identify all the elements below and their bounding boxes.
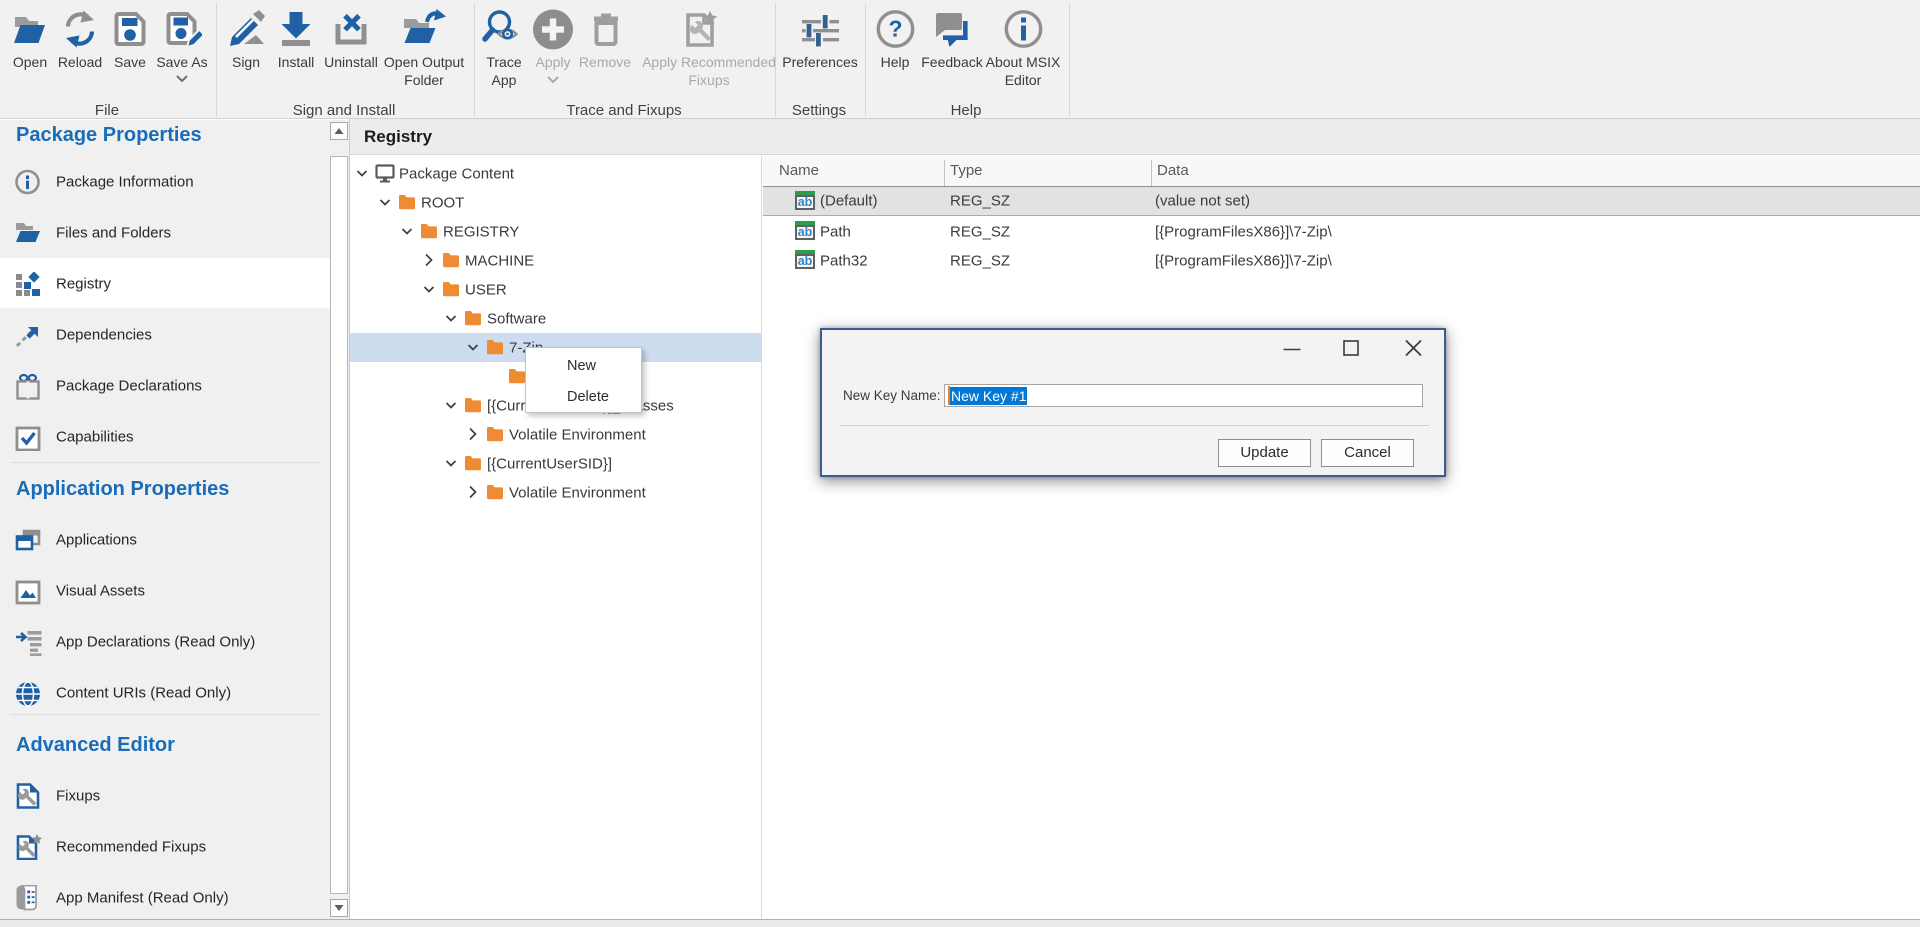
svg-text:?: ? [888,16,902,42]
